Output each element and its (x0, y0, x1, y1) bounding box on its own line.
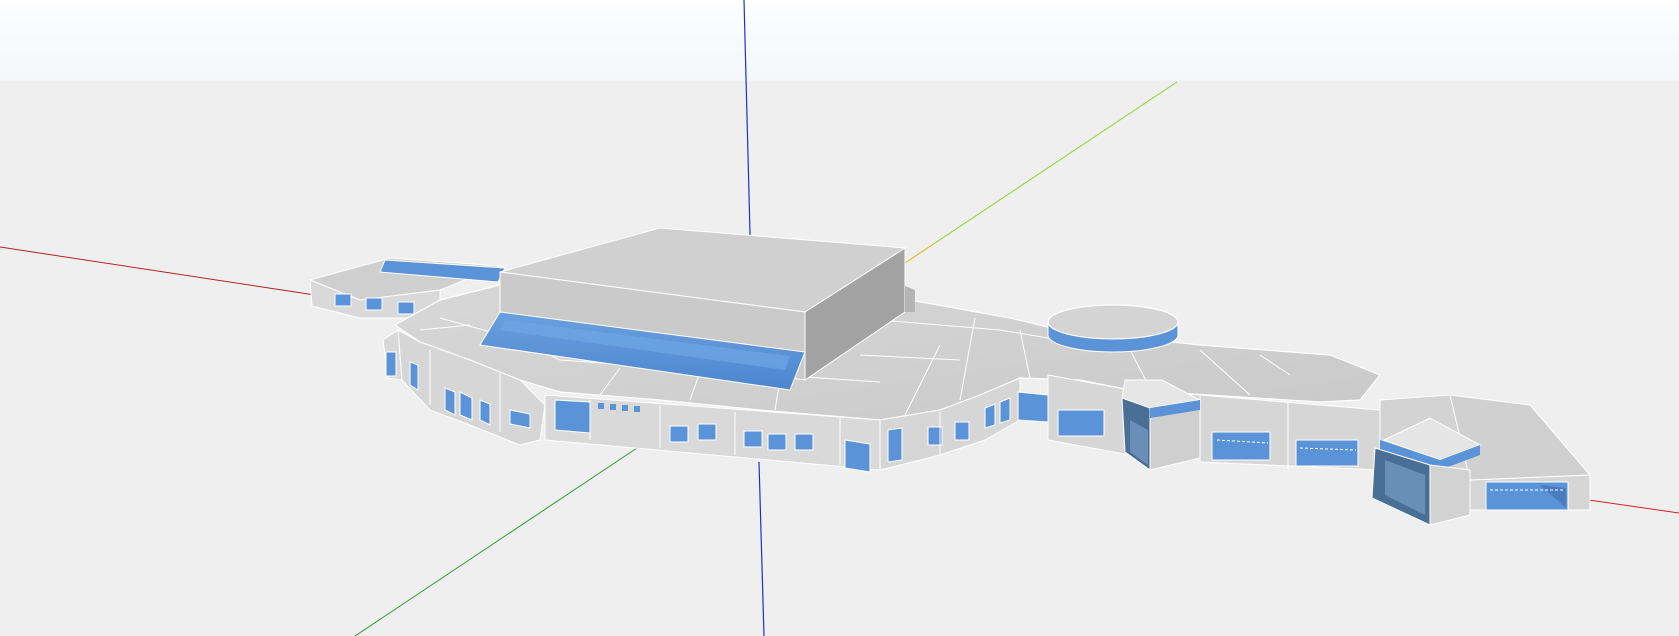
entrance-pavilion-1[interactable] (1121, 379, 1202, 471)
rotunda[interactable] (1047, 304, 1179, 353)
x-axis-negative (0, 246, 316, 296)
y-axis-positive (904, 81, 1178, 264)
z-axis-positive (743, 0, 752, 273)
y-axis-positive-near (904, 242, 936, 264)
3d-viewport[interactable] (0, 0, 1679, 636)
model-scene[interactable] (0, 0, 1679, 636)
z-axis-negative (758, 461, 765, 636)
x-axis-positive (1581, 498, 1679, 514)
y-axis-negative (354, 445, 641, 636)
